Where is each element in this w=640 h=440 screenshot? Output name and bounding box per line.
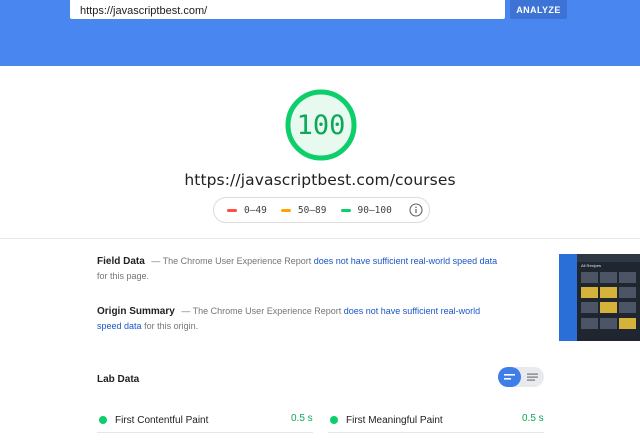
page-screenshot-thumbnail: All Recipes <box>559 254 640 341</box>
metric-label: First Meaningful Paint <box>346 414 443 426</box>
legend-label-fail: 0–49 <box>244 204 267 216</box>
pass-status-dot <box>99 416 107 424</box>
metric-first-meaningful-paint: First Meaningful Paint <box>330 412 443 428</box>
metric-value: 0.5 s <box>291 413 313 424</box>
analyze-button[interactable]: ANALYZE <box>510 0 567 19</box>
field-data-prefix: — The Chrome User Experience Report <box>151 256 312 266</box>
field-data-suffix: for this page. <box>97 271 150 281</box>
expanded-list-icon <box>527 373 538 381</box>
pass-status-dot <box>330 416 338 424</box>
thumbnail-card <box>619 302 636 313</box>
thumbnail-card <box>619 272 636 283</box>
metric-value: 0.5 s <box>522 413 544 424</box>
metric-divider <box>97 432 313 433</box>
thumbnail-card <box>600 287 617 298</box>
thumbnail-card <box>581 302 598 313</box>
url-input[interactable] <box>70 0 505 19</box>
thumbnail-caption: All Recipes <box>581 263 602 268</box>
origin-summary-prefix: — The Chrome User Experience Report <box>181 306 342 316</box>
thumbnail-sidebar <box>559 254 577 341</box>
lab-data-title: Lab Data <box>97 374 140 385</box>
legend-mark-pass <box>340 208 351 212</box>
metric-first-contentful-paint: First Contentful Paint <box>99 412 208 428</box>
thumbnail-card <box>600 272 617 283</box>
compact-view-button[interactable] <box>498 367 521 387</box>
thumbnail-card <box>581 287 598 298</box>
origin-summary-suffix: for this origin. <box>144 321 199 331</box>
metric-divider <box>328 432 544 433</box>
legend-mark-fail <box>227 208 237 212</box>
thumbnail-card <box>600 318 617 329</box>
field-data-title: Field Data <box>97 256 145 267</box>
origin-summary-section: Origin Summary — The Chrome User Experie… <box>97 304 507 334</box>
score-legend: 0–49 50–89 90–100 <box>213 197 430 223</box>
thumbnail-card <box>581 318 598 329</box>
compact-list-icon <box>504 374 515 380</box>
legend-item-pass: 90–100 <box>340 204 392 216</box>
thumbnail-card <box>600 302 617 313</box>
tested-url: https://javascriptbest.com/courses <box>184 171 456 189</box>
header-bar: ANALYZE <box>0 0 640 66</box>
legend-label-pass: 90–100 <box>357 204 392 216</box>
origin-summary-title: Origin Summary <box>97 306 175 317</box>
legend-label-average: 50–89 <box>297 204 327 216</box>
performance-score: 100 <box>296 109 346 141</box>
expanded-view-button[interactable] <box>521 367 544 387</box>
thumbnail-card <box>581 272 598 283</box>
legend-item-fail: 0–49 <box>227 205 267 216</box>
field-data-section: Field Data — The Chrome User Experience … <box>97 254 507 284</box>
section-divider <box>0 238 640 239</box>
legend-mark-average <box>280 208 291 212</box>
legend-item-average: 50–89 <box>280 204 327 216</box>
metric-label: First Contentful Paint <box>115 414 209 426</box>
thumbnail-card <box>619 318 636 329</box>
view-toggle[interactable] <box>498 367 544 387</box>
thumbnail-card <box>619 287 636 298</box>
info-icon[interactable] <box>409 203 423 217</box>
field-data-link[interactable]: does not have sufficient real-world spee… <box>314 256 497 266</box>
thumbnail-topbar <box>577 254 640 262</box>
